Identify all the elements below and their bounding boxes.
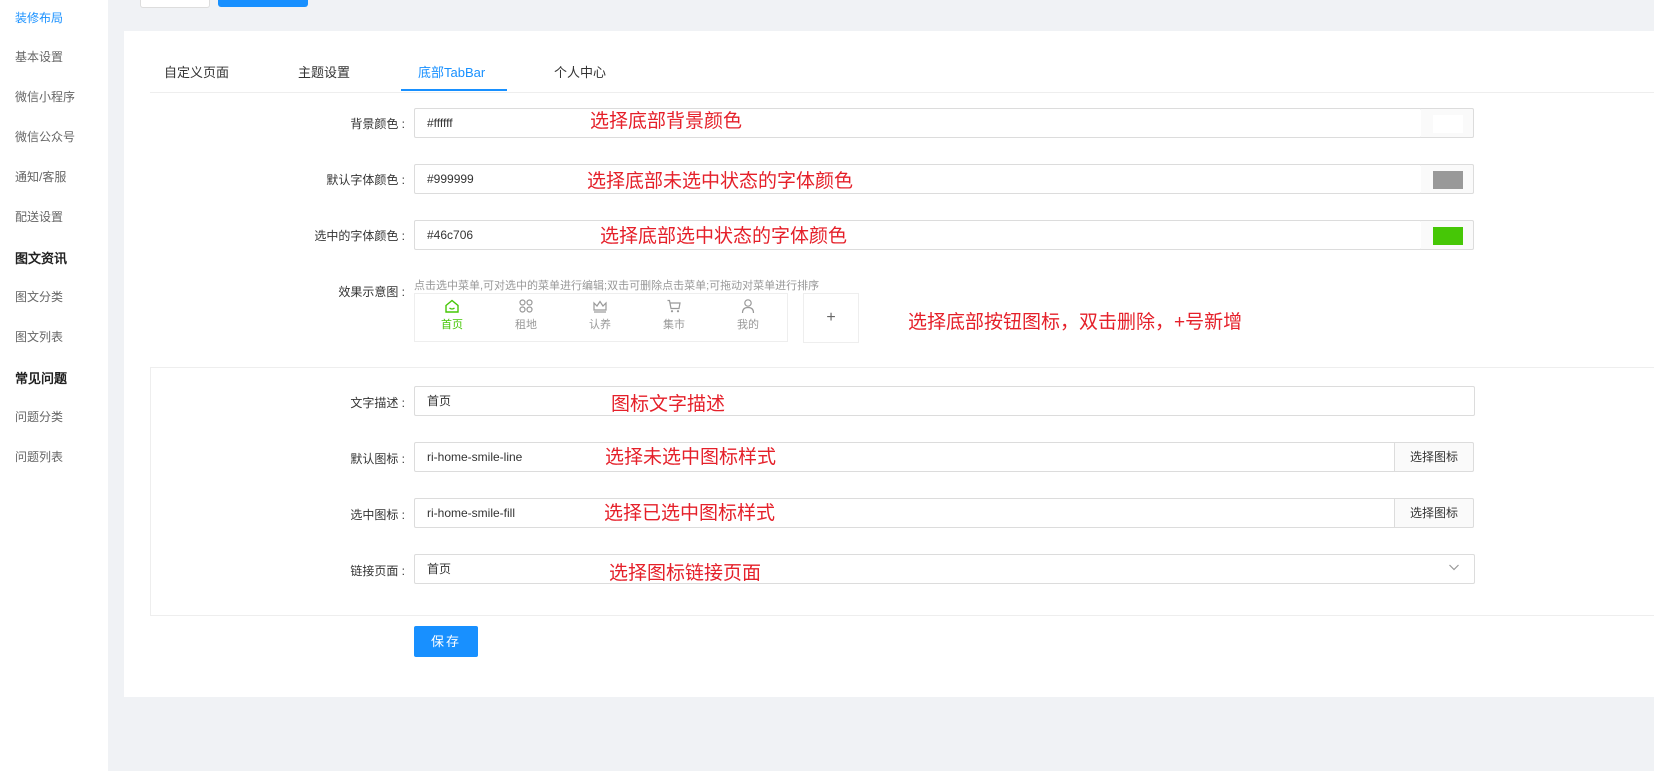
tabbar-item-label: 我的 [737, 319, 759, 331]
tabbar-item-label: 租地 [515, 319, 537, 331]
crown-icon [593, 300, 607, 313]
sidebar: 装修布局 基本设置 微信小程序 微信公众号 通知/客服 配送设置 图文资讯 图文… [0, 0, 108, 771]
default-font-color-swatch [1433, 171, 1463, 189]
bg-color-picker[interactable] [1421, 108, 1474, 138]
tab-bottom-tabbar[interactable]: 底部TabBar [418, 62, 485, 81]
preview-hint: 点击选中菜单,可对选中的菜单进行编辑;双击可删除点击菜单;可拖动对菜单进行排序 [414, 280, 820, 292]
tab-custom-page[interactable]: 自定义页面 [164, 62, 229, 81]
sidebar-item-layout[interactable]: 装修布局 [15, 9, 63, 26]
sidebar-item-article-category[interactable]: 图文分类 [15, 288, 63, 305]
default-font-color-picker[interactable] [1421, 164, 1474, 194]
default-icon-note: 选择未选中图标样式 [605, 447, 777, 468]
add-tab-button[interactable]: + [803, 293, 859, 343]
link-page-select[interactable]: 首页 [414, 554, 1475, 584]
top-button-secondary[interactable] [140, 0, 210, 8]
selected-icon-input[interactable]: ri-home-smile-fill [414, 498, 1395, 528]
preview-note: 选择底部按钮图标，双击删除，+号新增 [908, 312, 1243, 333]
sidebar-item-basic-settings[interactable]: 基本设置 [15, 48, 63, 65]
top-button-primary[interactable] [218, 0, 308, 7]
bg-color-swatch [1433, 115, 1463, 133]
selected-icon-select-button[interactable]: 选择图标 [1394, 498, 1474, 528]
bg-color-input[interactable]: #ffffff [414, 108, 1422, 138]
tab-personal-center[interactable]: 个人中心 [554, 62, 606, 81]
bg-color-label: 背景颜色 : [350, 117, 405, 131]
text-desc-label: 文字描述 : [350, 396, 405, 410]
active-tab-indicator [401, 89, 507, 91]
user-icon [741, 299, 755, 314]
tabbar-item-label: 首页 [441, 319, 463, 331]
sidebar-group-articles: 图文资讯 [15, 251, 68, 266]
link-page-label: 链接页面 : [350, 564, 405, 578]
selected-font-color-note: 选择底部选中状态的字体颜色 [600, 226, 848, 247]
save-button[interactable]: 保存 [414, 626, 478, 657]
tabbar-item-label: 集市 [663, 319, 685, 331]
sidebar-item-article-list[interactable]: 图文列表 [15, 328, 63, 345]
tabbar-item-label: 认养 [589, 319, 611, 331]
home-icon [445, 299, 459, 313]
selected-font-color-picker[interactable] [1421, 220, 1474, 250]
sidebar-item-delivery[interactable]: 配送设置 [15, 208, 63, 225]
sidebar-item-notify-service[interactable]: 通知/客服 [15, 168, 66, 185]
default-icon-input[interactable]: ri-home-smile-line [414, 442, 1395, 472]
tabbar-item-adopt[interactable]: 认养 [570, 298, 630, 332]
tabbar-item-rent[interactable]: 租地 [496, 298, 556, 332]
link-page-note: 选择图标链接页面 [609, 563, 762, 584]
preview-label: 效果示意图 : [338, 285, 405, 299]
selected-font-color-label: 选中的字体颜色 : [314, 229, 405, 243]
selected-icon-note: 选择已选中图标样式 [604, 503, 776, 524]
sidebar-group-faq: 常见问题 [15, 371, 68, 386]
default-font-color-note: 选择底部未选中状态的字体颜色 [587, 171, 854, 192]
default-font-color-label: 默认字体颜色 : [326, 173, 405, 187]
selected-font-color-input[interactable]: #46c706 [414, 220, 1422, 250]
chevron-down-icon [1449, 564, 1459, 571]
apps-icon [519, 299, 533, 313]
default-icon-select-button[interactable]: 选择图标 [1394, 442, 1474, 472]
tabbar-item-home[interactable]: 首页 [422, 298, 482, 332]
text-desc-note: 图标文字描述 [611, 394, 726, 415]
tab-bar: 自定义页面 主题设置 底部TabBar 个人中心 [150, 52, 1654, 93]
tabbar-item-mine[interactable]: 我的 [718, 298, 778, 332]
tabbar-preview: 首页 租地 认养 集市 我的 [414, 293, 788, 342]
sidebar-item-faq-list[interactable]: 问题列表 [15, 448, 63, 465]
sidebar-item-wechat-miniprogram[interactable]: 微信小程序 [15, 88, 75, 105]
default-icon-label: 默认图标 : [350, 452, 405, 466]
selected-font-color-swatch [1433, 227, 1463, 245]
default-font-color-input[interactable]: #999999 [414, 164, 1422, 194]
selected-icon-label: 选中图标 : [350, 508, 405, 522]
tab-theme-settings[interactable]: 主题设置 [298, 62, 350, 81]
sidebar-item-faq-category[interactable]: 问题分类 [15, 408, 63, 425]
sidebar-item-wechat-official[interactable]: 微信公众号 [15, 128, 75, 145]
text-desc-input[interactable]: 首页 [414, 386, 1475, 416]
bg-color-note: 选择底部背景颜色 [590, 111, 743, 132]
tabbar-item-market[interactable]: 集市 [644, 298, 704, 332]
cart-icon [667, 299, 681, 313]
